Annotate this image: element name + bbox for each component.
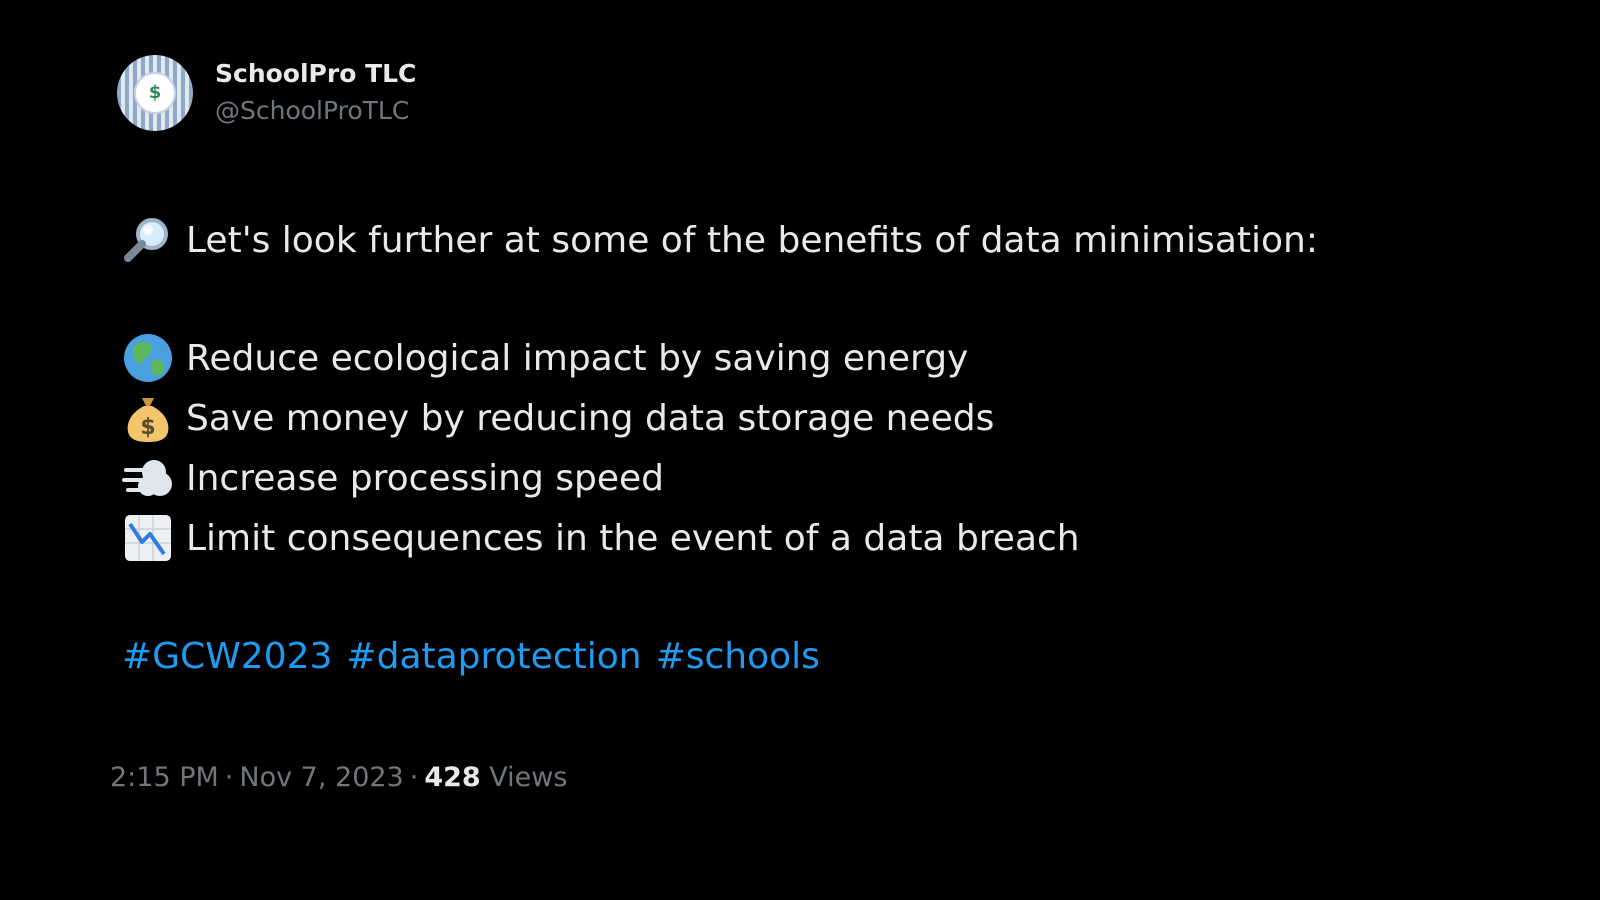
schoolpro-logo-avatar: $ (134, 72, 176, 114)
chart-decreasing-icon (122, 512, 174, 564)
dashing-away-icon (122, 452, 174, 504)
benefit-item: Reduce ecological impact by saving energ… (122, 328, 1562, 388)
svg-text:$: $ (140, 415, 155, 440)
tweet-card: $ SchoolPro TLC @SchoolProTLC Let's look… (0, 0, 1600, 900)
hashtag-row: #GCW2023 #dataprotection #schools (122, 626, 1562, 686)
views-count: 428 (424, 762, 481, 793)
avatar-glyph: $ (148, 82, 162, 103)
author-handle[interactable]: @SchoolProTLC (215, 94, 416, 128)
benefit-text: Reduce ecological impact by saving energ… (186, 337, 969, 379)
globe-icon (122, 332, 174, 384)
author-display-name[interactable]: SchoolPro TLC (215, 58, 416, 90)
views-label: Views (489, 762, 568, 793)
money-bag-icon: $ (122, 392, 174, 444)
tweet-date[interactable]: Nov 7, 2023 (239, 762, 403, 793)
magnifying-glass-icon (122, 214, 174, 266)
meta-separator: · (224, 762, 234, 793)
benefit-item: Increase processing speed (122, 448, 1562, 508)
tweet-time[interactable]: 2:15 PM (110, 762, 219, 793)
hashtag-link[interactable]: #schools (656, 636, 820, 677)
tweet-body: Let's look further at some of the benefi… (122, 210, 1562, 686)
benefit-text: Save money by reducing data storage need… (186, 397, 995, 439)
benefit-item: Limit consequences in the event of a dat… (122, 508, 1562, 568)
benefit-text: Increase processing speed (186, 457, 665, 499)
tweet-intro-line: Let's look further at some of the benefi… (122, 210, 1562, 270)
tweet-meta: 2:15 PM · Nov 7, 2023 · 428 Views (110, 762, 567, 793)
hashtag-link[interactable]: #dataprotection (346, 636, 641, 677)
hashtag-link[interactable]: #GCW2023 (122, 636, 332, 677)
benefit-text: Limit consequences in the event of a dat… (186, 517, 1080, 559)
tweet-header: $ SchoolPro TLC @SchoolProTLC (117, 55, 416, 131)
author-names: SchoolPro TLC @SchoolProTLC (215, 58, 416, 128)
tweet-intro-text: Let's look further at some of the benefi… (186, 219, 1318, 261)
meta-separator: · (409, 762, 419, 793)
avatar[interactable]: $ (117, 55, 193, 131)
benefit-item: $ Save money by reducing data storage ne… (122, 388, 1562, 448)
